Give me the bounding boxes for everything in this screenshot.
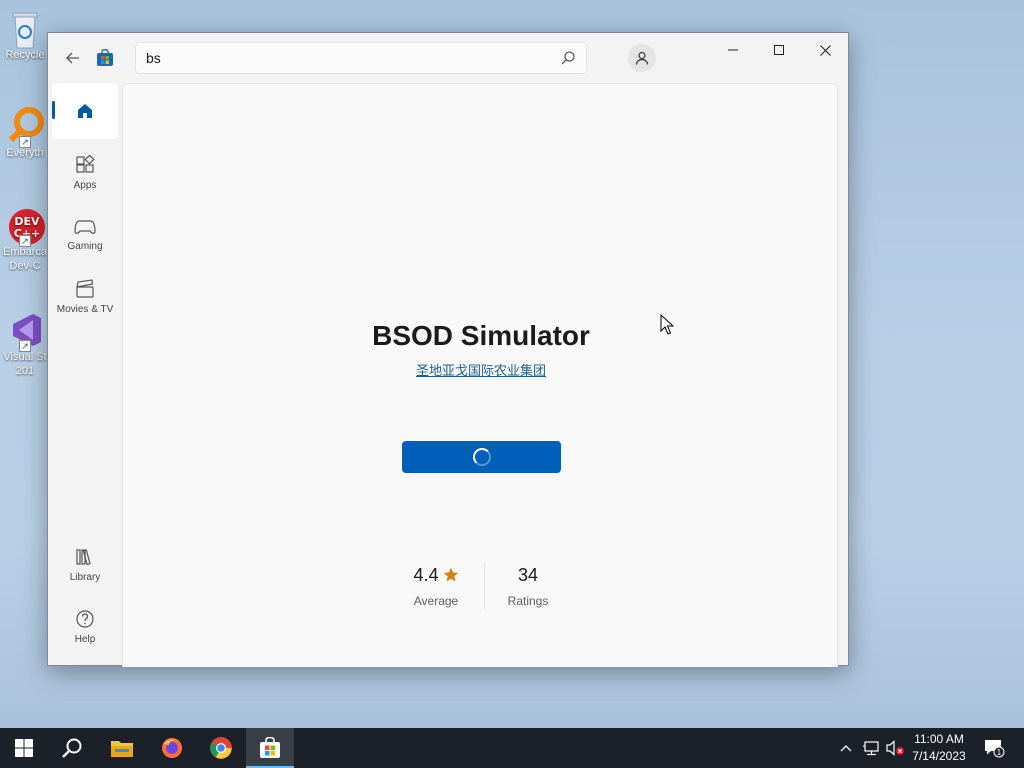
- clock-time: 11:00 AM: [914, 732, 964, 746]
- start-icon: [15, 739, 33, 757]
- ratings-count: 34 Ratings: [483, 562, 573, 609]
- devcpp-icon: DEV C++ ↗: [5, 205, 45, 247]
- sidebar-item-apps[interactable]: Apps: [52, 145, 118, 201]
- network-tray-button[interactable]: [860, 728, 882, 768]
- volume-muted-icon: [886, 740, 904, 756]
- taskbar-microsoft-store[interactable]: [246, 728, 294, 768]
- app-details-page: BSOD Simulator 圣地亚戈国际农业集团 4.4 Average 34…: [122, 83, 838, 667]
- minimize-icon: [728, 49, 738, 51]
- desktop-icon-label: Visual St: [3, 351, 47, 363]
- library-icon: [76, 549, 91, 566]
- shortcut-arrow-icon: ↗: [19, 136, 31, 148]
- apps-icon: [76, 155, 95, 173]
- shortcut-arrow-icon: ↗: [19, 235, 31, 247]
- system-clock[interactable]: 11:00 AM 7/14/2023: [906, 731, 972, 765]
- rating-value: 4.4: [413, 564, 439, 585]
- visual-studio-icon: ↗: [5, 310, 45, 352]
- search-box[interactable]: [135, 42, 587, 74]
- minimize-button[interactable]: [710, 33, 756, 67]
- network-icon: [863, 741, 879, 756]
- clapperboard-icon: [76, 279, 94, 298]
- account-button[interactable]: [628, 44, 656, 72]
- loading-spinner-icon: [472, 448, 491, 466]
- sidebar-item-gaming[interactable]: Gaming: [52, 207, 118, 263]
- search-input[interactable]: [146, 50, 560, 66]
- microsoft-store-logo-icon: [96, 48, 114, 67]
- sidebar-item-home[interactable]: [52, 83, 118, 139]
- publisher-link[interactable]: 圣地亚戈国际农业集团: [123, 360, 839, 379]
- taskbar-chrome[interactable]: [197, 728, 245, 768]
- sidebar-item-help[interactable]: Help: [52, 599, 118, 655]
- desktop-icon-label-line2: 201: [15, 365, 35, 377]
- clock-date: 7/14/2023: [912, 749, 966, 763]
- home-icon: [78, 104, 92, 118]
- close-icon: [819, 44, 831, 56]
- navigation-sidebar: Apps Gaming Movies & TV Library Help: [48, 83, 122, 665]
- active-indicator: [52, 101, 55, 119]
- everything-search-icon: ↗: [5, 106, 45, 148]
- back-button[interactable]: [62, 47, 84, 69]
- desktop-icon-visual-studio[interactable]: ↗ Visual St 201: [0, 310, 50, 378]
- maximize-button[interactable]: [756, 33, 802, 67]
- back-arrow-icon: [66, 52, 79, 64]
- gamepad-icon: [74, 220, 96, 234]
- chevron-up-icon: [840, 745, 852, 752]
- help-icon: [76, 610, 94, 628]
- recycle-bin-icon: [5, 8, 45, 49]
- taskbar: 11:00 AM 7/14/2023 1: [0, 728, 1024, 768]
- app-title: BSOD Simulator: [372, 320, 590, 351]
- title-bar: [48, 33, 848, 83]
- sidebar-item-label: Gaming: [67, 241, 103, 252]
- desktop-icon-everything[interactable]: ↗ Everyth: [0, 106, 50, 160]
- rating-average: 4.4 Average: [391, 562, 481, 609]
- sidebar-item-label: Help: [74, 634, 96, 645]
- mouse-cursor-icon: [660, 314, 674, 335]
- close-button[interactable]: [802, 33, 848, 67]
- sidebar-item-label: Movies & TV: [56, 304, 114, 315]
- search-icon: [62, 738, 82, 758]
- firefox-icon: [162, 738, 182, 758]
- desktop-icon-label: Everyth: [6, 147, 44, 159]
- desktop-icon-label-line2: Dev-C: [9, 260, 41, 272]
- start-button[interactable]: [0, 728, 48, 768]
- star-icon: [443, 567, 458, 582]
- notification-count: 1: [997, 748, 1002, 757]
- sidebar-item-label: Library: [69, 572, 101, 583]
- sidebar-item-library[interactable]: Library: [52, 537, 118, 593]
- desktop-icon-devcpp[interactable]: DEV C++ ↗ Embarca Dev-C: [0, 205, 50, 273]
- microsoft-store-icon: [260, 737, 280, 758]
- file-explorer-icon: [111, 741, 133, 757]
- taskbar-search-button[interactable]: [48, 728, 96, 768]
- ratings-count-value: 34: [517, 564, 539, 585]
- volume-tray-button[interactable]: [884, 728, 906, 768]
- sidebar-item-movies-tv[interactable]: Movies & TV: [52, 269, 118, 325]
- taskbar-file-explorer[interactable]: [98, 728, 146, 768]
- chrome-icon: [210, 737, 232, 759]
- maximize-icon: [774, 45, 784, 55]
- desktop-icon-label: Embarca: [2, 246, 48, 258]
- person-icon: [635, 51, 649, 65]
- rating-label: Average: [413, 594, 459, 608]
- sidebar-item-label: Apps: [73, 180, 97, 191]
- taskbar-firefox[interactable]: [148, 728, 196, 768]
- desktop-icon-recycle-bin[interactable]: Recycle: [0, 8, 50, 62]
- search-icon[interactable]: [560, 50, 576, 66]
- install-button[interactable]: [402, 441, 561, 473]
- ratings-count-label: Ratings: [507, 594, 549, 608]
- show-hidden-icons-button[interactable]: [836, 728, 856, 768]
- notification-center-button[interactable]: 1: [980, 728, 1008, 768]
- shortcut-arrow-icon: ↗: [19, 340, 31, 352]
- microsoft-store-window: Apps Gaming Movies & TV Library: [47, 32, 849, 667]
- notification-icon: 1: [985, 740, 1005, 758]
